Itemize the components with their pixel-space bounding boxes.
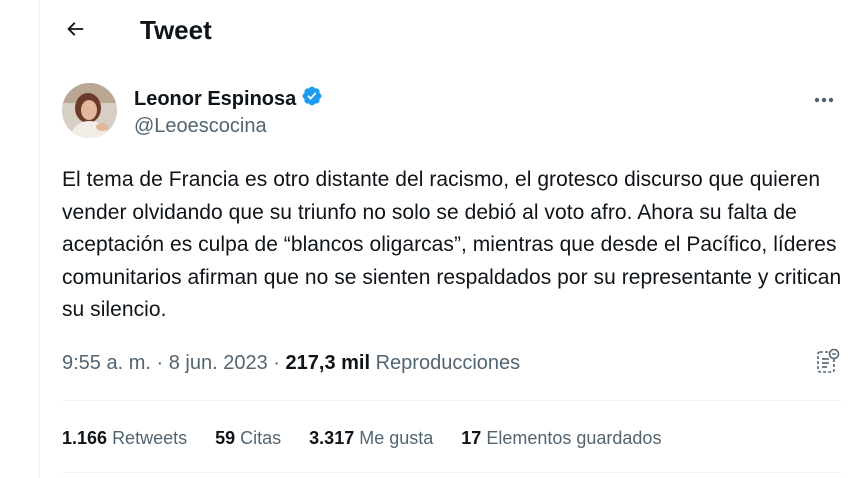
header: Tweet bbox=[40, 0, 862, 60]
stat-label: Elementos guardados bbox=[486, 428, 662, 448]
tweet-time[interactable]: 9:55 a. m. bbox=[62, 352, 151, 374]
more-horizontal-icon bbox=[814, 90, 834, 108]
stat-count: 59 bbox=[215, 428, 236, 448]
arrow-left-icon bbox=[64, 18, 86, 45]
tweet-author: Leonor Espinosa @Leoescocina bbox=[62, 83, 842, 139]
engagement-stats: 1.166 Retweets 59 Citas 3.317 Me gusta 1… bbox=[62, 426, 689, 450]
divider bbox=[62, 400, 842, 401]
views-count: 217,3 mil bbox=[285, 352, 371, 374]
view-analytics-button[interactable] bbox=[814, 348, 842, 381]
stat-label: Citas bbox=[240, 428, 282, 448]
stat-count: 3.317 bbox=[309, 428, 355, 448]
likes-stat[interactable]: 3.317 Me gusta bbox=[309, 426, 433, 450]
retweets-stat[interactable]: 1.166 Retweets bbox=[62, 426, 187, 450]
bookmarks-stat[interactable]: 17 Elementos guardados bbox=[461, 426, 661, 450]
divider bbox=[62, 472, 842, 473]
display-name[interactable]: Leonor Espinosa bbox=[134, 86, 296, 112]
stat-label: Retweets bbox=[112, 428, 188, 448]
views-label: Reproducciones bbox=[375, 352, 521, 374]
name-row: Leonor Espinosa bbox=[134, 85, 323, 112]
stat-label: Me gusta bbox=[359, 428, 434, 448]
analytics-icon bbox=[815, 348, 841, 381]
tweet-meta: 9:55 a. m. · 8 jun. 2023 · 217,3 mil Rep… bbox=[62, 350, 520, 376]
page-title: Tweet bbox=[140, 15, 212, 45]
tweet-date[interactable]: 8 jun. 2023 bbox=[169, 352, 268, 374]
avatar[interactable] bbox=[62, 83, 117, 138]
meta-separator: · bbox=[273, 352, 280, 374]
column-border bbox=[39, 0, 40, 478]
back-button[interactable] bbox=[58, 14, 92, 48]
stat-count: 17 bbox=[461, 428, 482, 448]
quotes-stat[interactable]: 59 Citas bbox=[215, 426, 281, 450]
stat-count: 1.166 bbox=[62, 428, 108, 448]
more-options-button[interactable] bbox=[808, 85, 840, 113]
tweet-text: El tema de Francia es otro distante del … bbox=[62, 168, 842, 321]
verified-badge-icon bbox=[301, 85, 323, 112]
meta-separator: · bbox=[156, 352, 164, 374]
user-handle[interactable]: @Leoescocina bbox=[134, 114, 267, 138]
